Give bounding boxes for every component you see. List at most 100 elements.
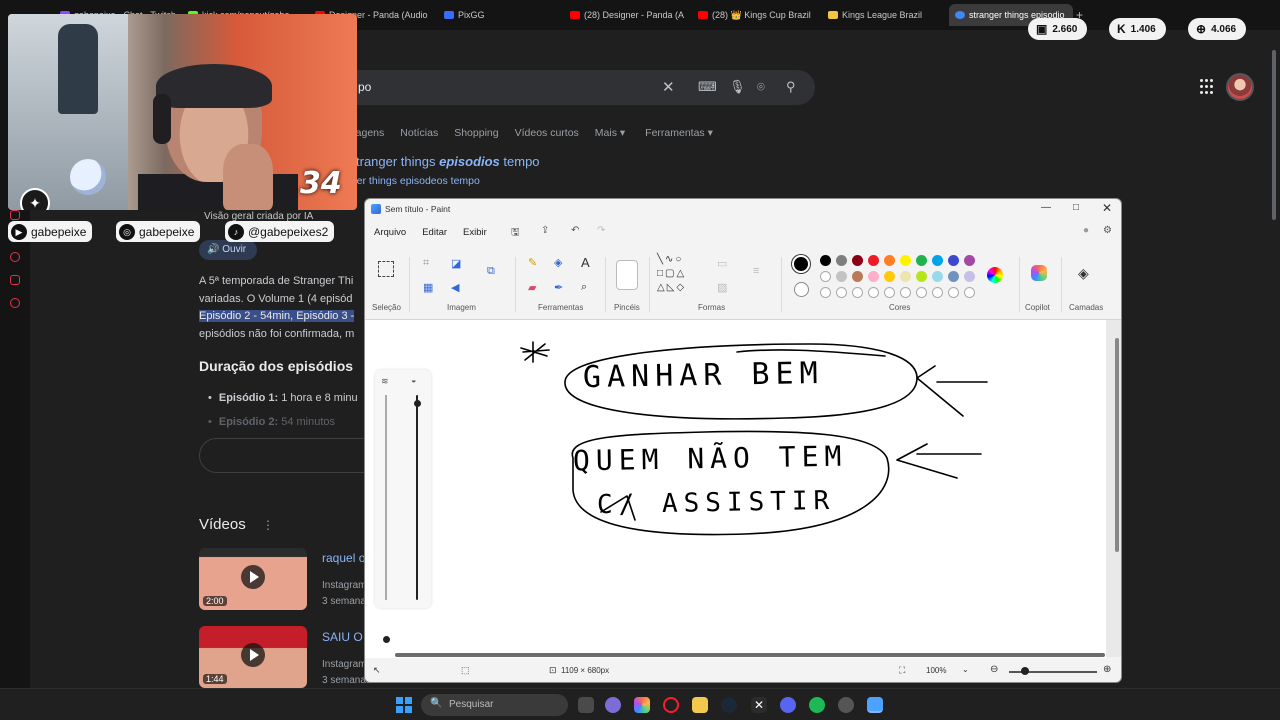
video-title[interactable]: raquel o xyxy=(322,551,365,565)
tab-designer-panda[interactable]: (28) Designer - Panda (A xyxy=(570,6,685,24)
zoom-out-icon[interactable]: ⊖ xyxy=(990,664,998,675)
outline-icon[interactable]: ▭ xyxy=(717,257,727,270)
video-thumbnail[interactable]: 1:44 xyxy=(199,626,307,688)
minimize-button[interactable]: — xyxy=(1036,202,1056,213)
color-swatch[interactable] xyxy=(852,255,863,266)
maximize-button[interactable]: □ xyxy=(1066,202,1086,213)
steam-icon[interactable] xyxy=(721,697,737,713)
close-button[interactable]: ✕ xyxy=(1097,201,1117,215)
sidebar-app-icon[interactable] xyxy=(10,210,20,220)
did-you-mean-link[interactable]: tranger things episodios tempo xyxy=(356,154,540,169)
empty-color-slot[interactable] xyxy=(852,287,863,298)
eraser-icon[interactable]: ▰ xyxy=(528,281,536,294)
avatar[interactable] xyxy=(1226,73,1254,101)
obs-icon[interactable] xyxy=(838,697,854,713)
listen-button[interactable]: 🔊 Ouvir xyxy=(199,240,257,260)
google-apps-icon[interactable] xyxy=(1200,79,1216,95)
rotate-icon[interactable]: ▦ xyxy=(423,281,433,294)
share-icon[interactable]: ⇪ xyxy=(541,225,549,236)
color-swatch[interactable] xyxy=(884,271,895,282)
mic-icon[interactable]: 🎙 xyxy=(729,79,746,95)
brushes-button[interactable] xyxy=(616,260,638,290)
color-swatch[interactable] xyxy=(868,271,879,282)
taskbar-search[interactable]: Pesquisar xyxy=(421,694,568,716)
image-tool-icon[interactable]: ⧉ xyxy=(487,265,495,278)
color-swatch[interactable] xyxy=(836,255,847,266)
layers-icon[interactable]: ◈ xyxy=(1078,265,1089,282)
canvas-horizontal-scrollbar[interactable] xyxy=(395,653,1105,657)
opera-gx-icon[interactable] xyxy=(663,697,679,713)
paint-titlebar[interactable]: Sem título - Paint — □ ✕ xyxy=(365,199,1121,219)
show-more-button[interactable] xyxy=(199,438,374,473)
account-icon[interactable]: ● xyxy=(1083,225,1089,236)
app-icon[interactable] xyxy=(605,697,621,713)
search-input[interactable]: po xyxy=(358,80,371,94)
color-swatch[interactable] xyxy=(900,271,911,282)
color-swatch[interactable] xyxy=(916,255,927,266)
empty-color-slot[interactable] xyxy=(820,287,831,298)
pencil-icon[interactable]: ✎ xyxy=(528,256,537,269)
color-swatch[interactable] xyxy=(948,271,959,282)
color-picker-icon[interactable]: ✒ xyxy=(554,281,563,294)
lens-icon[interactable]: ⌾ xyxy=(757,79,765,95)
menu-file[interactable]: Arquivo xyxy=(374,227,406,238)
tab-pixgg[interactable]: PixGG xyxy=(444,6,544,24)
menu-edit[interactable]: Editar xyxy=(422,227,447,238)
color-swatch[interactable] xyxy=(852,271,863,282)
video-title[interactable]: SAIU O xyxy=(322,630,363,644)
text-icon[interactable]: A xyxy=(581,255,590,270)
tab-shopping[interactable]: Shopping xyxy=(454,127,498,139)
tab-news[interactable]: Notícias xyxy=(400,127,438,139)
color-swatch[interactable] xyxy=(964,271,975,282)
redo-icon[interactable]: ↷ xyxy=(597,225,605,236)
empty-color-slot[interactable] xyxy=(948,287,959,298)
size-slider-track[interactable] xyxy=(385,395,387,600)
search-icon[interactable]: ⚲ xyxy=(786,79,796,95)
tab-tools[interactable]: Ferramentas ▾ xyxy=(645,127,713,139)
task-view-icon[interactable] xyxy=(578,697,594,713)
fill-icon[interactable]: ◈ xyxy=(554,256,562,269)
primary-color-swatch[interactable] xyxy=(792,255,810,273)
color-swatch[interactable] xyxy=(884,255,895,266)
windows-start-icon[interactable] xyxy=(396,697,412,713)
page-scrollbar[interactable] xyxy=(1272,50,1276,220)
empty-color-slot[interactable] xyxy=(916,287,927,298)
discord-icon[interactable] xyxy=(780,697,796,713)
menu-view[interactable]: Exibir xyxy=(463,227,487,238)
google-search-bar[interactable]: po ✕ ⌨ 🎙 ⌾ ⚲ xyxy=(340,70,815,105)
fit-to-window-icon[interactable]: ⛶ xyxy=(899,665,905,676)
selection-icon[interactable] xyxy=(378,261,394,277)
more-options-icon[interactable]: ⋮ xyxy=(262,518,274,532)
magnifier-icon[interactable]: ⌕ xyxy=(581,281,587,294)
zoom-slider-knob[interactable] xyxy=(1021,667,1029,675)
tab-more[interactable]: Mais ▾ xyxy=(595,127,625,139)
capcut-icon[interactable]: ✕ xyxy=(751,697,767,713)
spotify-icon[interactable] xyxy=(809,697,825,713)
edit-colors-icon[interactable] xyxy=(987,267,1003,283)
search-instead-link[interactable]: nger things episodeos tempo xyxy=(345,175,480,187)
save-icon[interactable]: 🖫 xyxy=(511,225,520,242)
color-swatch[interactable] xyxy=(836,271,847,282)
settings-icon[interactable]: ⚙ xyxy=(1103,225,1112,236)
color-swatch[interactable] xyxy=(820,271,831,282)
opacity-slider-track[interactable] xyxy=(416,395,418,600)
fill-shape-icon[interactable]: ▨ xyxy=(717,281,727,294)
color-swatch[interactable] xyxy=(900,255,911,266)
color-swatch[interactable] xyxy=(964,255,975,266)
color-swatch[interactable] xyxy=(820,255,831,266)
color-swatch[interactable] xyxy=(916,271,927,282)
tab-kings-cup[interactable]: (28) 👑 Kings Cup Brazil xyxy=(698,6,813,24)
empty-color-slot[interactable] xyxy=(884,287,895,298)
opacity-slider-knob[interactable] xyxy=(414,400,421,407)
keyboard-icon[interactable]: ⌨ xyxy=(698,79,717,95)
clear-icon[interactable]: ✕ xyxy=(662,78,675,96)
brush-size-icon[interactable]: ≡ xyxy=(753,265,759,277)
file-explorer-icon[interactable] xyxy=(692,697,708,713)
paint-taskbar-icon[interactable] xyxy=(867,697,883,713)
color-swatch[interactable] xyxy=(948,255,959,266)
empty-color-slot[interactable] xyxy=(900,287,911,298)
sidebar-app-icon[interactable] xyxy=(10,275,20,285)
empty-color-slot[interactable] xyxy=(836,287,847,298)
undo-icon[interactable]: ↶ xyxy=(571,225,579,236)
color-swatch[interactable] xyxy=(932,255,943,266)
